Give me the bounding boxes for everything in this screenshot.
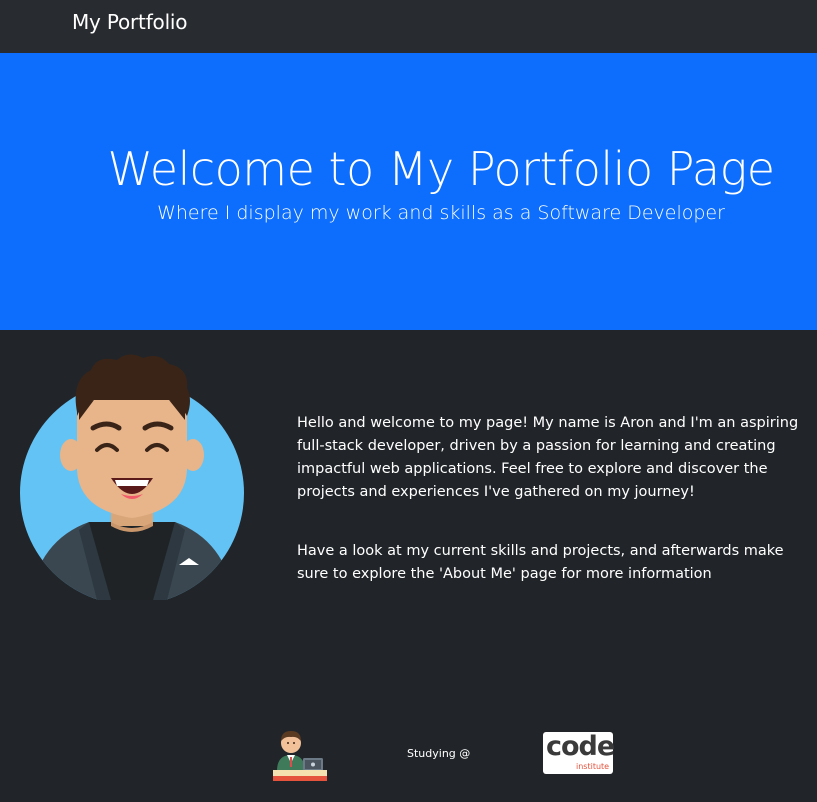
logo-subtext: institute <box>576 762 610 771</box>
intro-paragraph: Hello and welcome to my page! My name is… <box>297 415 799 500</box>
logo-word: code <box>546 731 615 762</box>
about-section: Hello and welcome to my page! My name is… <box>0 330 817 802</box>
navbar: My Portfolio <box>0 0 817 53</box>
about-me-prompt: Have a look at my current skills and pro… <box>297 543 784 582</box>
studying-label: Studying @ <box>407 747 471 760</box>
hero-subtitle: Where I display my work and skills as a … <box>157 202 725 224</box>
hero-title: Welcome to My Portfolio Page <box>107 142 776 196</box>
developer-avatar-icon <box>20 354 244 600</box>
developer-at-desk-icon <box>273 731 327 781</box>
hero-banner: Welcome to My Portfolio Page Where I dis… <box>0 53 817 330</box>
code-institute-logo[interactable]: code institute <box>543 731 615 774</box>
navbar-brand[interactable]: My Portfolio <box>72 10 188 34</box>
